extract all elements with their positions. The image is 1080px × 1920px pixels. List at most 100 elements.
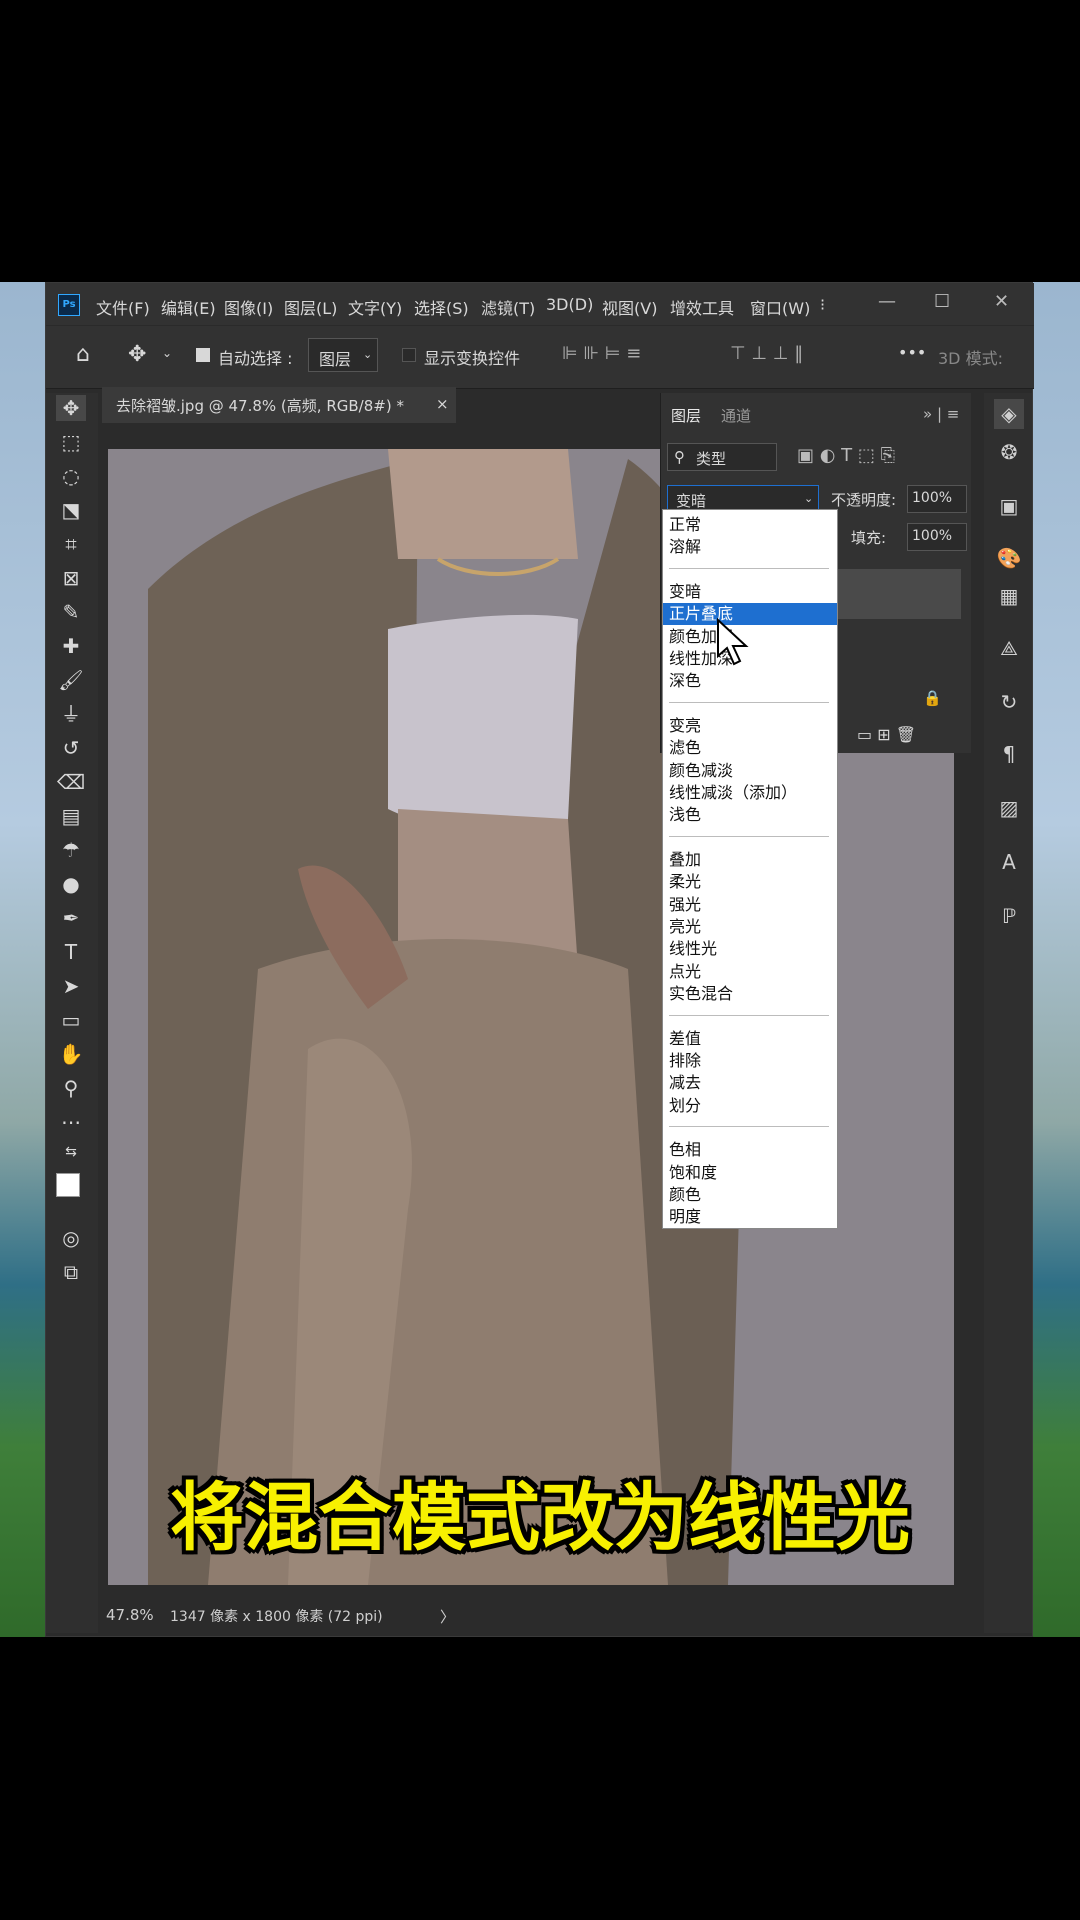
paragraph-panel-icon[interactable]: ¶ [994, 739, 1024, 769]
blend-mode-option[interactable]: 浅色 [663, 804, 837, 826]
blend-mode-option[interactable]: 滤色 [663, 737, 837, 759]
eyedropper-tool-icon[interactable]: ✎ [56, 599, 86, 625]
blend-mode-option[interactable]: 线性加深 [663, 648, 837, 670]
blend-mode-option[interactable]: 饱和度 [663, 1162, 837, 1184]
channels-panel-icon[interactable]: ❂ [994, 437, 1024, 467]
menu-view[interactable]: 视图(V) [602, 295, 657, 319]
tab-layers[interactable]: 图层 [671, 405, 701, 426]
layer-row-selected[interactable] [821, 569, 961, 619]
home-icon[interactable]: ⌂ [76, 342, 90, 367]
character-panel-icon[interactable]: A [994, 847, 1024, 877]
menu-more-icon[interactable]: ⁝ [820, 295, 825, 314]
blend-mode-option[interactable]: 叠加 [663, 849, 837, 871]
minimize-button[interactable]: — [878, 291, 896, 312]
frame-tool-icon[interactable]: ⊠ [56, 565, 86, 591]
lock-icon[interactable]: 🔒 [923, 689, 942, 707]
blend-mode-option[interactable]: 正片叠底 [663, 603, 837, 626]
fill-input[interactable]: 100% [907, 523, 967, 551]
close-button[interactable]: ✕ [994, 291, 1009, 312]
menu-plugins[interactable]: 增效工具 [670, 295, 734, 319]
path-select-tool-icon[interactable]: ➤ [56, 973, 86, 999]
quick-mask-icon[interactable]: ◎ [56, 1225, 86, 1251]
menu-filter[interactable]: 滤镜(T) [481, 295, 535, 319]
layer-filter-dropdown[interactable]: ⚲ 类型 [667, 443, 777, 471]
object-select-tool-icon[interactable]: ⬔ [56, 497, 86, 523]
foreground-color-swatch[interactable] [56, 1173, 80, 1197]
auto-select-target-dropdown[interactable]: 图层 ⌄ [308, 338, 378, 372]
move-tool-icon[interactable]: ✥ [128, 342, 146, 367]
blend-mode-option[interactable]: 排除 [663, 1050, 837, 1072]
menu-3d[interactable]: 3D(D) [546, 295, 593, 314]
zoom-tool-icon[interactable]: ⚲ [56, 1075, 86, 1101]
align-icons[interactable]: ⊫ ⊪ ⊨ ≡ [562, 343, 641, 364]
document-tab[interactable]: 去除褶皱.jpg @ 47.8% (高频, RGB/8#) * × [102, 387, 456, 423]
panel-menu-icon[interactable]: » | ≡ [923, 405, 959, 423]
pen-tool-icon[interactable]: ✒ [56, 905, 86, 931]
maximize-button[interactable]: ☐ [934, 291, 950, 312]
blend-mode-option[interactable]: 线性减淡（添加） [663, 782, 837, 804]
blend-mode-option[interactable]: 减去 [663, 1072, 837, 1094]
chevron-down-icon[interactable]: ⌄ [162, 346, 172, 360]
tab-channels[interactable]: 通道 [721, 405, 751, 426]
move-tool-icon[interactable]: ✥ [56, 395, 86, 421]
screen-mode-icon[interactable]: ⧉ [56, 1259, 86, 1285]
blend-mode-option[interactable]: 强光 [663, 894, 837, 916]
menu-file[interactable]: 文件(F) [96, 295, 150, 319]
show-transform-checkbox[interactable] [402, 348, 416, 362]
layers-panel-icon[interactable]: ◈ [994, 399, 1024, 429]
rectangle-tool-icon[interactable]: ▭ [56, 1007, 86, 1033]
menu-select[interactable]: 选择(S) [414, 295, 469, 319]
menu-type[interactable]: 文字(Y) [348, 295, 402, 319]
filter-kind-icons[interactable]: ▣ ◐ T ⬚ ⎘ [797, 445, 895, 466]
close-tab-icon[interactable]: × [436, 395, 449, 413]
dodge-tool-icon[interactable]: ● [56, 871, 86, 897]
status-arrow-icon[interactable]: 〉 [440, 1606, 455, 1627]
blend-mode-option[interactable]: 正常 [663, 514, 837, 536]
crop-tool-icon[interactable]: ⌗ [56, 531, 86, 557]
auto-select-checkbox[interactable] [196, 348, 210, 362]
blur-tool-icon[interactable]: ☂ [56, 837, 86, 863]
libraries-panel-icon[interactable]: ▨ [994, 793, 1024, 823]
blend-mode-option[interactable]: 点光 [663, 961, 837, 983]
blend-mode-option[interactable]: 溶解 [663, 536, 837, 558]
type-tool-icon[interactable]: T [56, 939, 86, 965]
blend-mode-option[interactable]: 颜色 [663, 1184, 837, 1206]
menu-window[interactable]: 窗口(W) [750, 295, 810, 319]
blend-mode-option[interactable]: 亮光 [663, 916, 837, 938]
healing-brush-icon[interactable]: ✚ [56, 633, 86, 659]
gradient-tool-icon[interactable]: ▤ [56, 803, 86, 829]
properties-panel-icon[interactable]: ℙ [994, 901, 1024, 931]
opacity-input[interactable]: 100% [907, 485, 967, 513]
layer-actions-icons[interactable]: ▭ ⊞ 🗑 [857, 725, 916, 744]
eraser-tool-icon[interactable]: ⌫ [56, 769, 86, 795]
swap-colors-icon[interactable]: ⇆ [56, 1139, 86, 1165]
brush-tool-icon[interactable]: 🖌 [56, 667, 86, 693]
menu-layer[interactable]: 图层(L) [284, 295, 337, 319]
zoom-level[interactable]: 47.8% [106, 1606, 154, 1624]
blend-mode-option[interactable]: 划分 [663, 1095, 837, 1117]
learn-panel-icon[interactable]: ▣ [994, 491, 1024, 521]
history-brush-icon[interactable]: ↺ [56, 735, 86, 761]
marquee-tool-icon[interactable]: ⬚ [56, 429, 86, 455]
blend-mode-option[interactable]: 变亮 [663, 715, 837, 737]
more-options-icon[interactable]: ••• [898, 343, 926, 362]
blend-mode-option[interactable]: 色相 [663, 1139, 837, 1161]
menu-edit[interactable]: 编辑(E) [161, 295, 216, 319]
swatches-panel-icon[interactable]: ▦ [994, 581, 1024, 611]
blend-mode-option[interactable]: 差值 [663, 1028, 837, 1050]
blend-mode-option[interactable]: 线性光 [663, 938, 837, 960]
blend-mode-option[interactable]: 变暗 [663, 581, 837, 603]
blend-mode-option[interactable]: 深色 [663, 670, 837, 692]
hand-tool-icon[interactable]: ✋ [56, 1041, 86, 1067]
distribute-icons[interactable]: ⊤ ⊥ ⊥ ‖ [730, 343, 803, 364]
blend-mode-option[interactable]: 柔光 [663, 871, 837, 893]
stamp-tool-icon[interactable]: ⏚ [56, 701, 86, 727]
history-panel-icon[interactable]: ↻ [994, 687, 1024, 717]
lasso-tool-icon[interactable]: ◌ [56, 463, 86, 489]
paths-panel-icon[interactable]: ⟁ [994, 633, 1024, 663]
blend-mode-option[interactable]: 明度 [663, 1206, 837, 1228]
blend-mode-option[interactable]: 颜色加深 [663, 626, 837, 648]
color-panel-icon[interactable]: 🎨 [994, 543, 1024, 573]
menu-image[interactable]: 图像(I) [224, 295, 273, 319]
more-tools-icon[interactable]: ⋯ [56, 1109, 86, 1135]
